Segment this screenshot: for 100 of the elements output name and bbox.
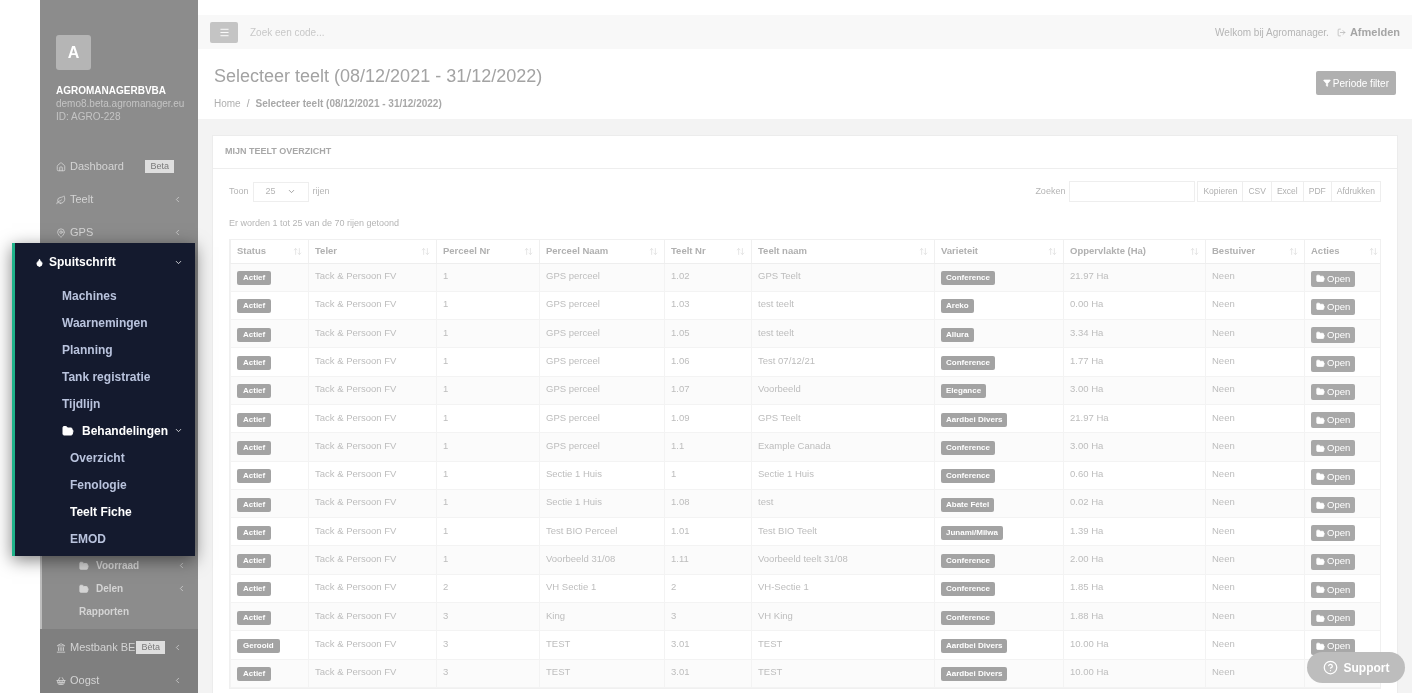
submenu-item[interactable]: EMOD (15, 525, 195, 552)
open-button[interactable]: Open (1311, 327, 1356, 344)
submenu-item[interactable]: Behandelingen (15, 417, 195, 444)
menu-header[interactable]: Spuitschrift (15, 251, 195, 273)
export-button[interactable]: Kopieren (1197, 181, 1244, 202)
sort-icon (524, 246, 533, 256)
status-badge: Actief (237, 440, 272, 455)
table-cell-text: 10.00 Ha (1070, 636, 1109, 651)
sidebar-subitem[interactable]: Delen (42, 577, 198, 600)
open-button[interactable]: Open (1311, 412, 1356, 429)
status-badge: Actief (237, 497, 272, 512)
folder-icon (1316, 472, 1325, 482)
page-title: Selecteer teelt (08/12/2021 - 31/12/2022) (214, 65, 543, 88)
export-button[interactable]: Afdrukken (1330, 181, 1381, 202)
show-label: Toon (229, 184, 249, 198)
open-button[interactable]: Open (1311, 553, 1356, 570)
table-cell: Tack & Persoon FV (315, 523, 397, 538)
status-badge: Actief (237, 356, 272, 371)
open-button[interactable]: Open (1311, 497, 1356, 513)
sidebar-item[interactable]: Teelt (40, 183, 198, 216)
submenu-item[interactable]: Fenologie (15, 471, 195, 498)
export-button[interactable]: CSV (1242, 181, 1272, 202)
submenu-item[interactable]: Machines (15, 282, 195, 309)
support-button[interactable]: Support (1307, 652, 1405, 683)
export-button[interactable]: Excel (1270, 181, 1304, 202)
open-button[interactable]: Open (1311, 355, 1356, 372)
table-cell: TEST (758, 665, 783, 680)
column-header[interactable]: Teelt naam (751, 239, 934, 263)
menu-button[interactable] (210, 21, 238, 43)
table-cell: Test BIO Teelt (758, 523, 817, 538)
column-header[interactable]: Acties (1304, 239, 1384, 263)
table-cell: Neen (1212, 523, 1235, 538)
sidebar-item[interactable]: Dashboard Beta (40, 150, 198, 183)
folder-icon (1316, 642, 1325, 651)
sidebar-item[interactable]: Mestbank BE Bèta (40, 631, 198, 664)
menu-label: GPS (70, 225, 94, 241)
folder-icon (79, 560, 89, 571)
menu-label: Mestbank BE (70, 640, 136, 656)
breadcrumb-link[interactable]: Home (214, 96, 241, 111)
table-cell: 1 (671, 467, 677, 482)
table-cell: Tack & Persoon FV (315, 495, 397, 510)
logout-link[interactable]: Afmelden (1349, 23, 1400, 41)
table-cell: 1 (443, 382, 449, 397)
table-cell: TEST (546, 665, 571, 680)
submenu-item[interactable]: Planning (15, 336, 195, 363)
table-cell-text: 3 (443, 636, 449, 651)
column-header[interactable]: Teler (308, 239, 436, 263)
variety-badge: Conference (941, 271, 995, 286)
table-cell: 1 (443, 495, 449, 510)
open-button[interactable]: Open (1311, 440, 1356, 457)
card-title: MIJN TEELT OVERZICHT (213, 136, 1397, 169)
table-cell: 1 (443, 523, 449, 538)
status-badge: Actief (237, 271, 272, 286)
submenu-item[interactable]: Overzicht (15, 444, 195, 471)
submenu-item[interactable]: Waarnemingen (15, 309, 195, 336)
sidebar-item[interactable]: GPS (40, 216, 198, 249)
folder-icon (1316, 613, 1325, 623)
breadcrumb-separator: / (246, 97, 250, 111)
sidebar-subitem[interactable]: Rapporten (42, 600, 198, 623)
table-cell: Neen (1212, 467, 1235, 482)
export-button[interactable]: PDF (1302, 181, 1332, 202)
table-cell: Neen (1212, 665, 1235, 680)
page-size-select[interactable]: 25 (252, 181, 309, 202)
company-name: AGROMANAGERBVBA (56, 84, 167, 97)
column-header[interactable]: Oppervlakte (Ha) (1063, 239, 1205, 263)
table-cell: Tack & Persoon FV (315, 665, 397, 680)
open-button[interactable]: Open (1311, 383, 1356, 400)
open-button[interactable]: Open (1311, 298, 1356, 315)
table-cell: 0.00 Ha (1070, 297, 1104, 312)
column-header[interactable]: Bestuiver (1205, 239, 1304, 263)
table-cell: Test BIO Perceel (546, 523, 618, 538)
column-header[interactable]: Varieteit (934, 239, 1063, 263)
column-header[interactable]: Perceel Nr (436, 239, 539, 263)
submenu-item[interactable]: Tijdlijn (15, 390, 195, 417)
filter-button[interactable]: Periode filter (1315, 71, 1396, 95)
column-header[interactable]: Status (230, 239, 308, 263)
table-cell: 1.85 Ha (1070, 580, 1104, 595)
column-header[interactable]: Teelt Nr (664, 239, 751, 263)
table-cell: Neen (1212, 382, 1235, 397)
open-button[interactable]: Open (1311, 638, 1356, 655)
table-cell: 2 (671, 580, 677, 595)
chevron-icon (173, 676, 182, 685)
open-button[interactable]: Open (1311, 610, 1356, 627)
submenu-item[interactable]: Teelt Fiche (15, 498, 195, 525)
variety-badge: Areko (941, 299, 974, 314)
open-button[interactable]: Open (1311, 270, 1356, 287)
open-button[interactable]: Open (1311, 525, 1356, 542)
table-cell: Sectie 1 Huis (546, 495, 602, 510)
table-cell-text: 1.77 Ha (1070, 353, 1104, 368)
sidebar-item[interactable]: Oogst (40, 664, 198, 693)
open-button[interactable]: Open (1311, 581, 1356, 598)
menu-label: Teelt (70, 192, 94, 208)
table-cell: Sectie 1 Huis (758, 467, 814, 482)
menu-label: Dashboard (70, 159, 124, 175)
column-header[interactable]: Perceel Naam (539, 239, 664, 263)
open-button[interactable]: Open (1311, 468, 1356, 485)
submenu-item[interactable]: Tank registratie (15, 363, 195, 390)
table-cell-text: Tack & Persoon FV (315, 269, 397, 283)
status-badge: Actief (237, 384, 272, 399)
sidebar-subitem[interactable]: Voorraad (42, 554, 198, 577)
